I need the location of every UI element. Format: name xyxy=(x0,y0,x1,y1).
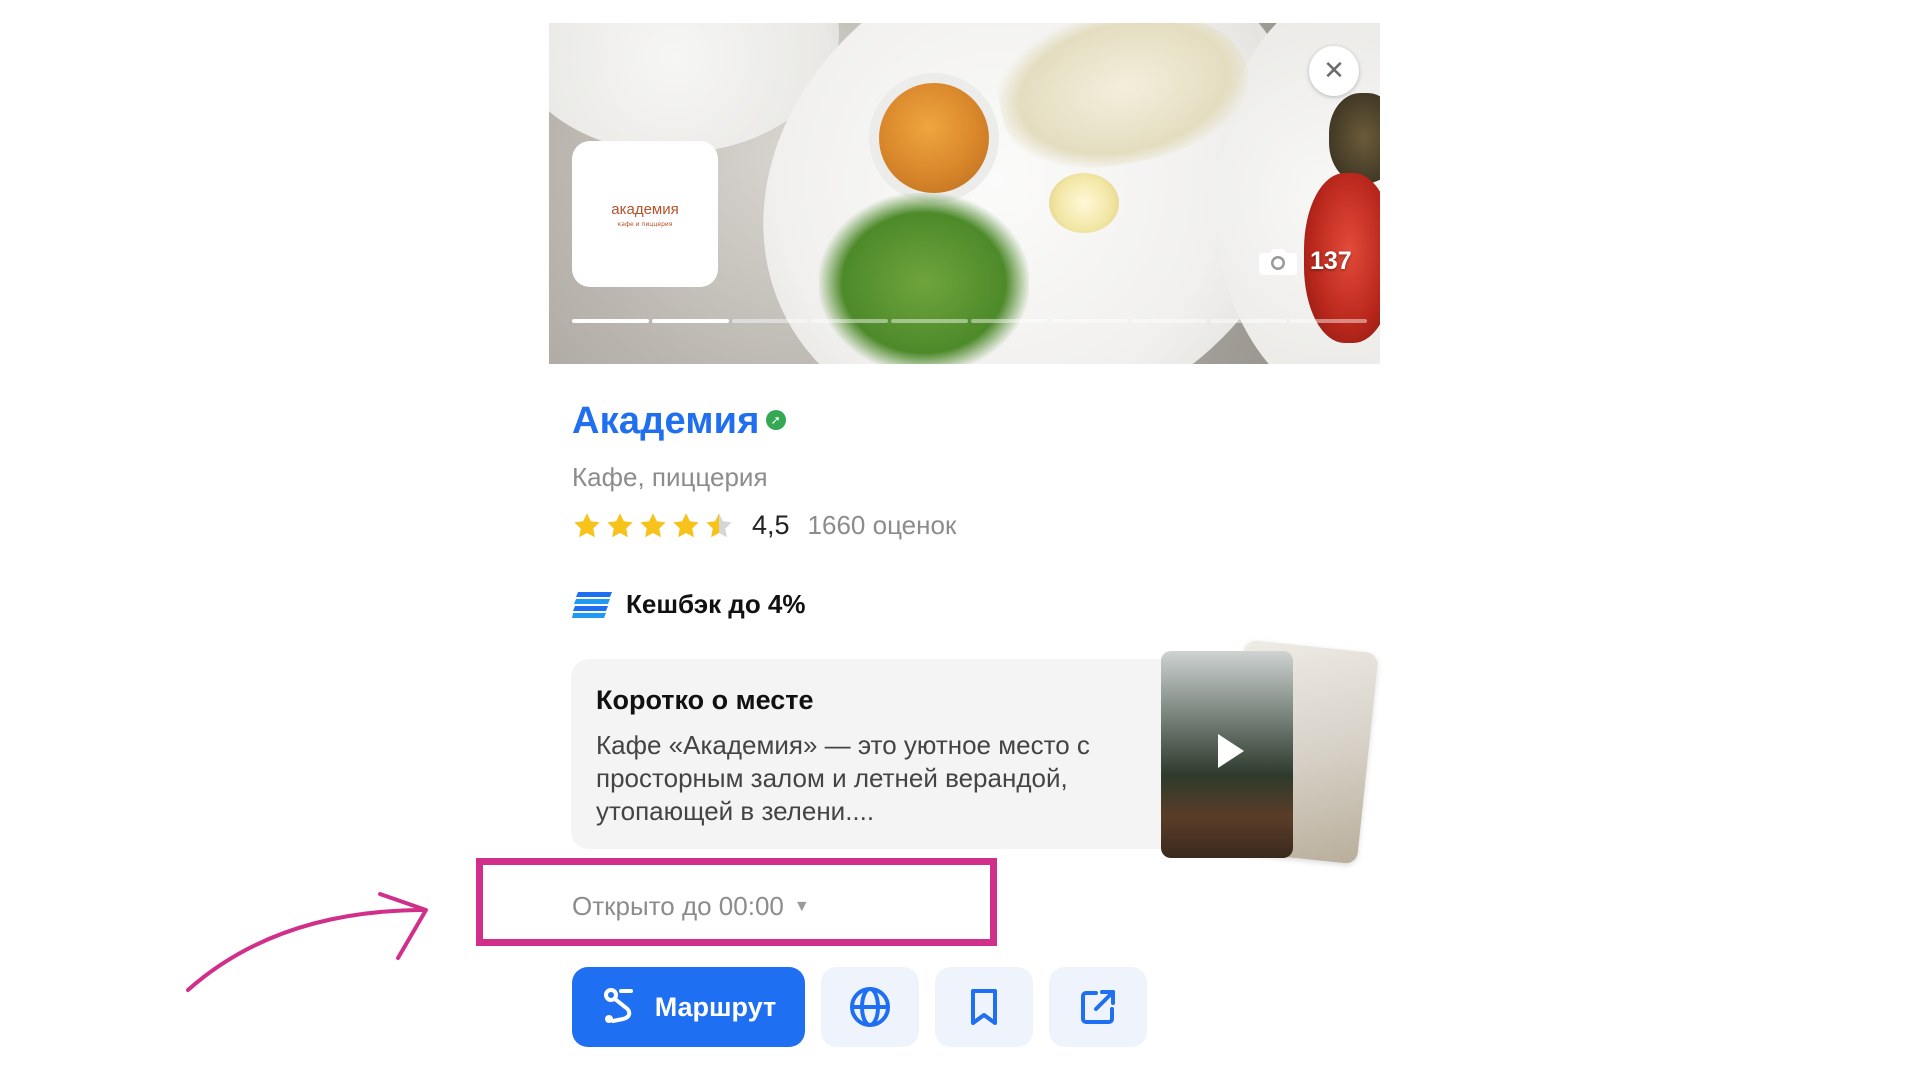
cashback-row[interactable]: Кешбэк до 4% xyxy=(572,589,806,620)
cashback-label: Кешбэк до 4% xyxy=(626,589,806,619)
photo-sauce xyxy=(879,83,989,193)
bookmark-button[interactable] xyxy=(935,967,1033,1047)
photo-progress-segment xyxy=(1050,319,1128,323)
opening-hours[interactable]: Открыто до 00:00 ▼ xyxy=(572,891,810,922)
photo-progress-segment xyxy=(651,319,729,323)
place-logo: академия кафе и пиццерия xyxy=(572,141,718,287)
star-icon xyxy=(574,512,600,537)
photo-progress-segment xyxy=(1290,319,1367,323)
route-label: Маршрут xyxy=(654,991,777,1022)
rating-stars xyxy=(572,511,734,541)
camera-icon xyxy=(1259,249,1297,275)
arrow-annotation-icon xyxy=(186,892,428,992)
close-button[interactable]: ✕ xyxy=(1309,46,1359,96)
photo-vegetable xyxy=(1329,93,1380,183)
title-row: Академия ➚ xyxy=(572,400,786,443)
photo-counter[interactable]: 137 xyxy=(1258,246,1352,276)
star-icon xyxy=(640,512,666,537)
logo-wordmark: академия xyxy=(611,200,679,218)
logo-subtitle: кафе и пиццерия xyxy=(617,220,673,228)
photo-progress-segment xyxy=(572,319,649,323)
photo-progress xyxy=(572,319,1367,323)
website-button[interactable] xyxy=(821,967,919,1047)
opening-hours-text: Открыто до 00:00 xyxy=(572,891,784,921)
globe-icon xyxy=(850,987,890,1027)
photo-progress-segment xyxy=(1130,319,1208,323)
play-icon[interactable] xyxy=(1218,734,1244,768)
rating-value: 4,5 xyxy=(752,510,790,540)
star-icon xyxy=(706,512,732,537)
caret-down-icon: ▼ xyxy=(793,897,810,915)
about-text: Кафе «Академия» — это уютное место с про… xyxy=(596,730,1090,826)
share-icon xyxy=(1081,990,1115,1024)
place-category: Кафе, пиццерия xyxy=(572,462,768,492)
bookmark-icon xyxy=(971,989,997,1025)
photo-progress-segment xyxy=(970,319,1048,323)
share-button[interactable] xyxy=(1049,967,1147,1047)
photo-lemon xyxy=(1049,173,1119,233)
action-bar: Маршрут xyxy=(572,967,1147,1047)
rating-count: 1660 оценок xyxy=(807,510,957,540)
close-icon: ✕ xyxy=(1323,56,1345,86)
photo-progress-segment xyxy=(891,319,968,323)
photo-count: 137 xyxy=(1310,246,1352,275)
route-icon xyxy=(603,988,633,1023)
star-icon xyxy=(673,512,699,537)
verified-icon: ➚ xyxy=(765,410,786,430)
route-button[interactable]: Маршрут xyxy=(572,967,805,1047)
photo-progress-segment xyxy=(731,319,809,323)
photo-progress-segment xyxy=(811,319,889,323)
star-icon xyxy=(607,512,633,537)
place-title[interactable]: Академия xyxy=(572,400,760,443)
about-title: Коротко о месте xyxy=(596,685,814,715)
rating-row[interactable]: 4,5 1660 оценок xyxy=(572,510,956,541)
photo-greens xyxy=(819,193,1029,364)
cashback-icon xyxy=(572,591,612,618)
photo-progress-segment xyxy=(1210,319,1288,323)
